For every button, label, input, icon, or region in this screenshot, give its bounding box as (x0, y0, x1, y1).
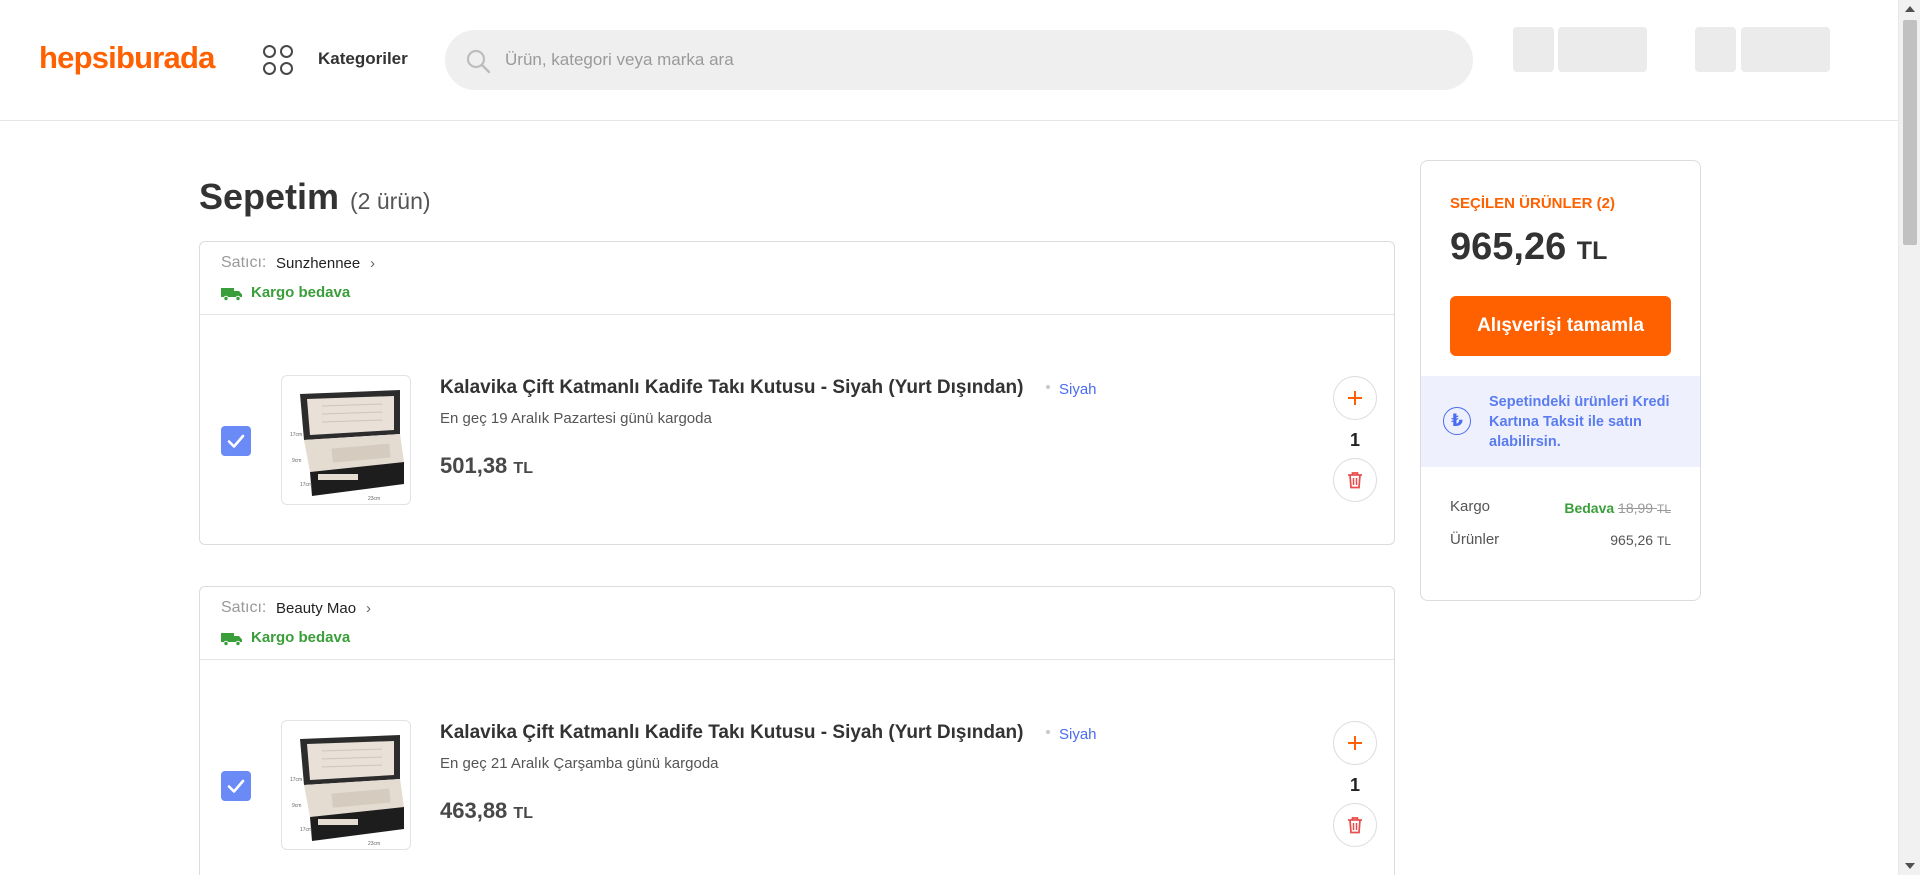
checkmark-icon (227, 434, 245, 448)
lira-icon: ₺ (1443, 407, 1471, 435)
product-variant: Siyah (1059, 726, 1097, 743)
site-header: hepsiburada Kategoriler (0, 0, 1898, 121)
shipping-free-label: Bedava (1564, 500, 1615, 516)
account-placeholder-icon[interactable] (1513, 27, 1554, 72)
shipping-row-label: Kargo (1450, 498, 1491, 515)
item-price: 463,88 TL (440, 798, 533, 824)
svg-text:23cm: 23cm (368, 496, 380, 502)
scrollbar[interactable] (1898, 0, 1920, 875)
seller-name-link[interactable]: Beauty Mao (276, 600, 356, 617)
seller-label: Satıcı: (221, 254, 267, 271)
item-price-currency: TL (513, 805, 533, 822)
categories-menu[interactable]: Kategoriler (318, 49, 408, 69)
seller-group: Satıcı: Sunzhennee › Kargo bedava 17cm 9… (199, 241, 1395, 545)
selected-items-label: SEÇİLEN ÜRÜNLER (2) (1450, 195, 1616, 212)
products-row-value: 965,26 TL (1610, 532, 1671, 548)
trash-icon (1348, 817, 1362, 834)
product-image[interactable]: 17cm 9cm 17cm 23cm (281, 375, 411, 505)
remove-item-button[interactable] (1333, 803, 1377, 847)
separator-dot (1046, 730, 1050, 734)
jewelry-box-image: 17cm 9cm 17cm 23cm (290, 390, 404, 502)
jewelry-box-image: 17cm 9cm 17cm 23cm (290, 735, 404, 847)
plus-icon (1348, 736, 1362, 750)
item-price-value: 501,38 (440, 453, 508, 478)
order-summary: SEÇİLEN ÜRÜNLER (2) 965,26 TL Alışverişi… (1420, 160, 1701, 601)
truck-icon (221, 288, 242, 301)
svg-text:17cm: 17cm (290, 777, 302, 783)
shipping-old-price-currency: TL (1656, 502, 1671, 516)
svg-text:17cm: 17cm (290, 432, 302, 438)
cart-placeholder[interactable] (1741, 27, 1830, 72)
item-checkbox[interactable] (221, 426, 251, 456)
item-price-currency: TL (513, 460, 533, 477)
chevron-right-icon[interactable]: › (370, 255, 375, 272)
summary-total: 965,26 TL (1450, 226, 1607, 269)
svg-text:17cm: 17cm (300, 827, 312, 833)
seller-name-link[interactable]: Sunzhennee (276, 255, 360, 272)
svg-text:23cm: 23cm (368, 841, 380, 847)
scroll-up-arrow-icon[interactable] (1905, 6, 1915, 12)
summary-total-currency: TL (1576, 237, 1608, 265)
trash-icon (1348, 472, 1362, 489)
item-quantity: 1 (1349, 775, 1360, 795)
installment-text: Sepetindeki ürünleri Kredi Kartına Taksi… (1489, 394, 1670, 450)
categories-icon[interactable] (263, 45, 295, 77)
free-shipping-label: Kargo bedava (251, 284, 351, 301)
increase-quantity-button[interactable] (1333, 721, 1377, 765)
search-input[interactable] (505, 30, 1445, 90)
free-shipping-label: Kargo bedava (251, 629, 351, 646)
cart-item-count: (2 ürün) (350, 188, 431, 214)
svg-text:9cm: 9cm (292, 458, 301, 464)
delivery-estimate: En geç 19 Aralık Pazartesi günü kargoda (440, 410, 712, 427)
installment-banner: ₺ Sepetindeki ürünleri Kredi Kartına Tak… (1421, 376, 1700, 467)
shipping-old-price: 18,99 TL (1618, 500, 1671, 516)
svg-text:9cm: 9cm (292, 803, 301, 809)
seller-group: Satıcı: Beauty Mao › Kargo bedava 17cm 9… (199, 586, 1395, 875)
checkmark-icon (227, 779, 245, 793)
summary-total-value: 965,26 (1450, 226, 1567, 268)
increase-quantity-button[interactable] (1333, 376, 1377, 420)
cart-item: 17cm 9cm 17cm 23cm Kalavika Çift Katmanl… (200, 660, 1394, 889)
chevron-right-icon[interactable]: › (366, 600, 371, 617)
search-icon[interactable] (465, 48, 491, 74)
account-placeholder[interactable] (1558, 27, 1647, 72)
product-image[interactable]: 17cm 9cm 17cm 23cm (281, 720, 411, 850)
item-checkbox[interactable] (221, 771, 251, 801)
svg-text:17cm: 17cm (300, 482, 312, 488)
products-row-amount: 965,26 (1610, 532, 1654, 548)
cart-item: 17cm 9cm 17cm 23cm Kalavika Çift Katmanl… (200, 315, 1394, 544)
truck-icon (221, 633, 242, 646)
page-title: Sepetim (199, 176, 340, 217)
shipping-row-value: Bedava 18,99 TL (1564, 500, 1671, 516)
product-title-link[interactable]: Kalavika Çift Katmanlı Kadife Takı Kutus… (440, 377, 1023, 399)
search-bar (445, 30, 1473, 90)
seller-group-header: Satıcı: Beauty Mao › Kargo bedava (200, 587, 1394, 660)
cart-placeholder-icon[interactable] (1695, 27, 1736, 72)
scroll-down-arrow-icon[interactable] (1905, 863, 1915, 869)
scroll-thumb[interactable] (1903, 20, 1917, 245)
seller-label: Satıcı: (221, 599, 267, 616)
separator-dot (1046, 385, 1050, 389)
remove-item-button[interactable] (1333, 458, 1377, 502)
item-price: 501,38 TL (440, 453, 533, 479)
item-price-value: 463,88 (440, 798, 508, 823)
product-variant: Siyah (1059, 381, 1097, 398)
checkout-button[interactable]: Alışverişi tamamla (1450, 296, 1671, 356)
delivery-estimate: En geç 21 Aralık Çarşamba günü kargoda (440, 755, 719, 772)
products-row-label: Ürünler (1450, 531, 1500, 548)
products-row-currency: TL (1656, 534, 1671, 548)
shipping-old-price-value: 18,99 (1618, 500, 1654, 516)
product-title-link[interactable]: Kalavika Çift Katmanlı Kadife Takı Kutus… (440, 722, 1023, 744)
logo[interactable]: hepsiburada (39, 40, 215, 76)
seller-group-header: Satıcı: Sunzhennee › Kargo bedava (200, 242, 1394, 315)
item-quantity: 1 (1349, 430, 1360, 450)
plus-icon (1348, 391, 1362, 405)
